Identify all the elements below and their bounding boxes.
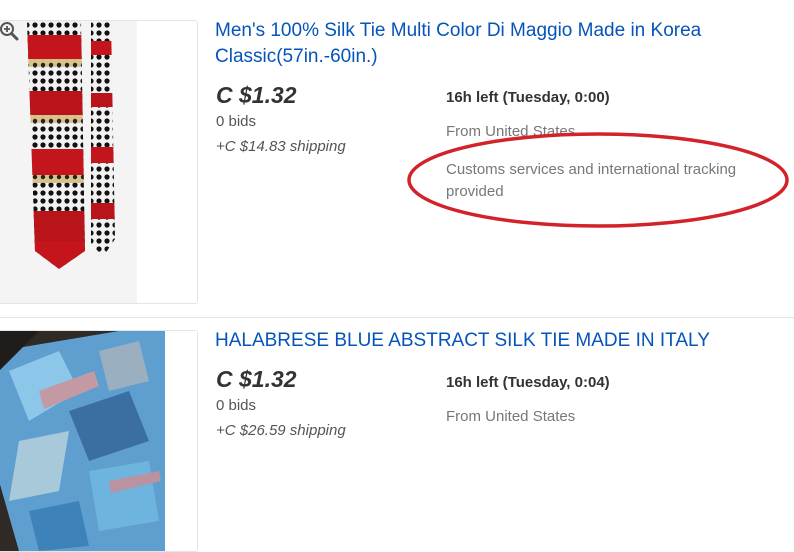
bid-count: 0 bids [216,397,257,414]
listing-item: Men's 100% Silk Tie Multi Color Di Maggi… [0,0,794,318]
time-left: 16h left (Tuesday, 0:04) [446,374,610,391]
customs-note: Customs services and international track… [446,161,737,200]
listing-thumbnail[interactable] [0,20,198,304]
listing-item: HALABRESE BLUE ABSTRACT SILK TIE MADE IN… [0,318,794,552]
listing-thumbnail[interactable] [0,330,198,552]
listing-price: C $1.32 [216,82,297,108]
tie-image [0,21,197,303]
listing-title-link[interactable]: Men's 100% Silk Tie Multi Color Di Maggi… [215,18,775,70]
shipping-cost: +C $14.83 shipping [216,138,346,155]
bid-count: 0 bids [216,113,257,130]
listing-price: C $1.32 [216,366,297,392]
time-left: 16h left (Tuesday, 0:00) [446,89,610,106]
listing-title-link[interactable]: HALABRESE BLUE ABSTRACT SILK TIE MADE IN… [215,328,775,354]
item-location: From United States [446,123,576,140]
shipping-cost: +C $26.59 shipping [216,422,346,439]
tie-image [0,331,197,551]
item-location: From United States [446,408,576,425]
zoom-in-icon[interactable] [0,21,19,41]
